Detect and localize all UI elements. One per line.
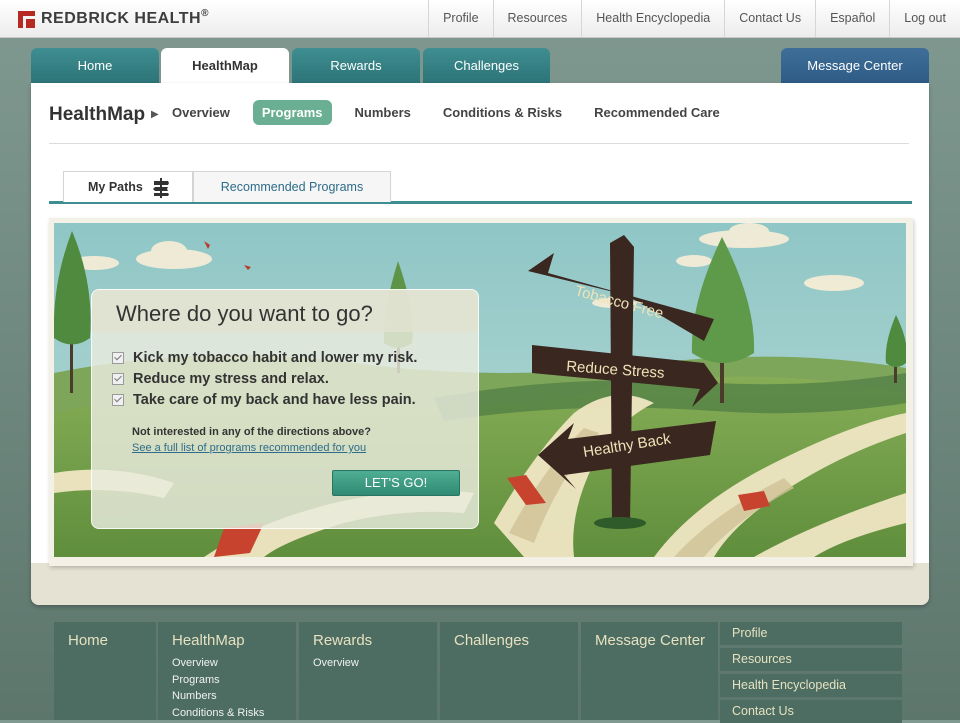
path-option-stress[interactable]: Reduce my stress and relax.: [112, 369, 329, 389]
tab-challenges[interactable]: Challenges: [423, 48, 550, 83]
tab-home[interactable]: Home: [31, 48, 159, 83]
subnav-numbers[interactable]: Numbers: [346, 100, 420, 125]
panel-title: Where do you want to go?: [116, 301, 373, 326]
page-title: HealthMap: [49, 104, 146, 125]
footer-heading[interactable]: Home: [68, 632, 108, 649]
tab-my-paths-label: My Paths: [88, 180, 143, 194]
topnav-log-out[interactable]: Log out: [889, 0, 960, 37]
footer-col-home: Home: [54, 622, 156, 720]
checkbox-checked[interactable]: [112, 352, 124, 364]
footer-link[interactable]: Conditions & Risks: [172, 707, 264, 719]
footer-link[interactable]: Overview: [313, 657, 359, 669]
subnav-overview[interactable]: Overview: [163, 100, 239, 125]
subnav-programs[interactable]: Programs: [252, 100, 332, 125]
checkbox-checked[interactable]: [112, 394, 124, 406]
footer-col-message-center: Message Center: [581, 622, 718, 720]
topnav-health-encyclopedia[interactable]: Health Encyclopedia: [581, 0, 724, 37]
card-bottom-band: [31, 563, 929, 605]
destination-panel: Where do you want to go? Kick my tobacco…: [91, 289, 479, 529]
footer-heading[interactable]: Message Center: [595, 632, 705, 649]
footer-link[interactable]: Programs: [172, 674, 220, 686]
path-option-tobacco[interactable]: Kick my tobacco habit and lower my risk.: [112, 348, 417, 368]
path-option-label: Kick my tobacco habit and lower my risk.: [133, 350, 418, 366]
footer-heading[interactable]: Rewards: [313, 632, 372, 649]
topnav-profile[interactable]: Profile: [428, 0, 492, 37]
brand-logo[interactable]: REDBRICK HEALTH®: [18, 8, 209, 29]
top-bar: REDBRICK HEALTH® Profile Resources Healt…: [0, 0, 960, 38]
tab-recommended-programs[interactable]: Recommended Programs: [193, 171, 391, 202]
redbrick-logo-icon: [18, 10, 35, 28]
program-tabs: My Paths Recommended Programs: [49, 171, 912, 204]
footer-heading[interactable]: HealthMap: [172, 632, 245, 649]
tab-message-center[interactable]: Message Center: [781, 48, 929, 83]
tab-my-paths[interactable]: My Paths: [63, 171, 193, 202]
lets-go-button[interactable]: LET'S GO!: [332, 470, 460, 496]
path-option-label: Reduce my stress and relax.: [133, 371, 329, 387]
footer-col-rewards: Rewards Overview: [299, 622, 437, 720]
footer-link[interactable]: Overview: [172, 657, 218, 669]
path-option-back[interactable]: Take care of my back and have less pain.: [112, 390, 416, 410]
footer-col-challenges: Challenges: [440, 622, 578, 720]
breadcrumb-arrow-icon: ▶: [151, 109, 159, 120]
full-program-list-link[interactable]: See a full list of programs recommended …: [132, 442, 366, 454]
panel-note: Not interested in any of the directions …: [132, 426, 371, 438]
divider: [49, 143, 909, 144]
tab-rewards[interactable]: Rewards: [292, 48, 420, 83]
footer-side-health-encyclopedia[interactable]: Health Encyclopedia: [720, 674, 902, 697]
footer-heading[interactable]: Challenges: [454, 632, 529, 649]
main-tabs: Home HealthMap Rewards Challenges Messag…: [31, 48, 929, 84]
footer-col-healthmap: HealthMap Overview Programs Numbers Cond…: [158, 622, 296, 720]
topnav-contact-us[interactable]: Contact Us: [724, 0, 815, 37]
topnav-resources[interactable]: Resources: [492, 0, 582, 37]
tab-healthmap[interactable]: HealthMap: [161, 48, 289, 84]
footer-link[interactable]: Numbers: [172, 690, 217, 702]
utility-nav: Profile Resources Health Encyclopedia Co…: [428, 0, 960, 37]
healthmap-subnav: Overview Programs Numbers Conditions & R…: [163, 100, 743, 125]
checkbox-checked[interactable]: [112, 373, 124, 385]
topnav-espanol[interactable]: Español: [815, 0, 889, 37]
signpost-icon: [153, 178, 169, 198]
footer-side-profile[interactable]: Profile: [720, 622, 902, 645]
brand-name: REDBRICK HEALTH®: [41, 8, 209, 27]
path-option-label: Take care of my back and have less pain.: [133, 392, 416, 408]
subnav-conditions-risks[interactable]: Conditions & Risks: [434, 100, 571, 125]
footer: Home HealthMap Overview Programs Numbers…: [54, 622, 904, 723]
subnav-recommended-care[interactable]: Recommended Care: [585, 100, 729, 125]
footer-side-resources[interactable]: Resources: [720, 648, 902, 671]
